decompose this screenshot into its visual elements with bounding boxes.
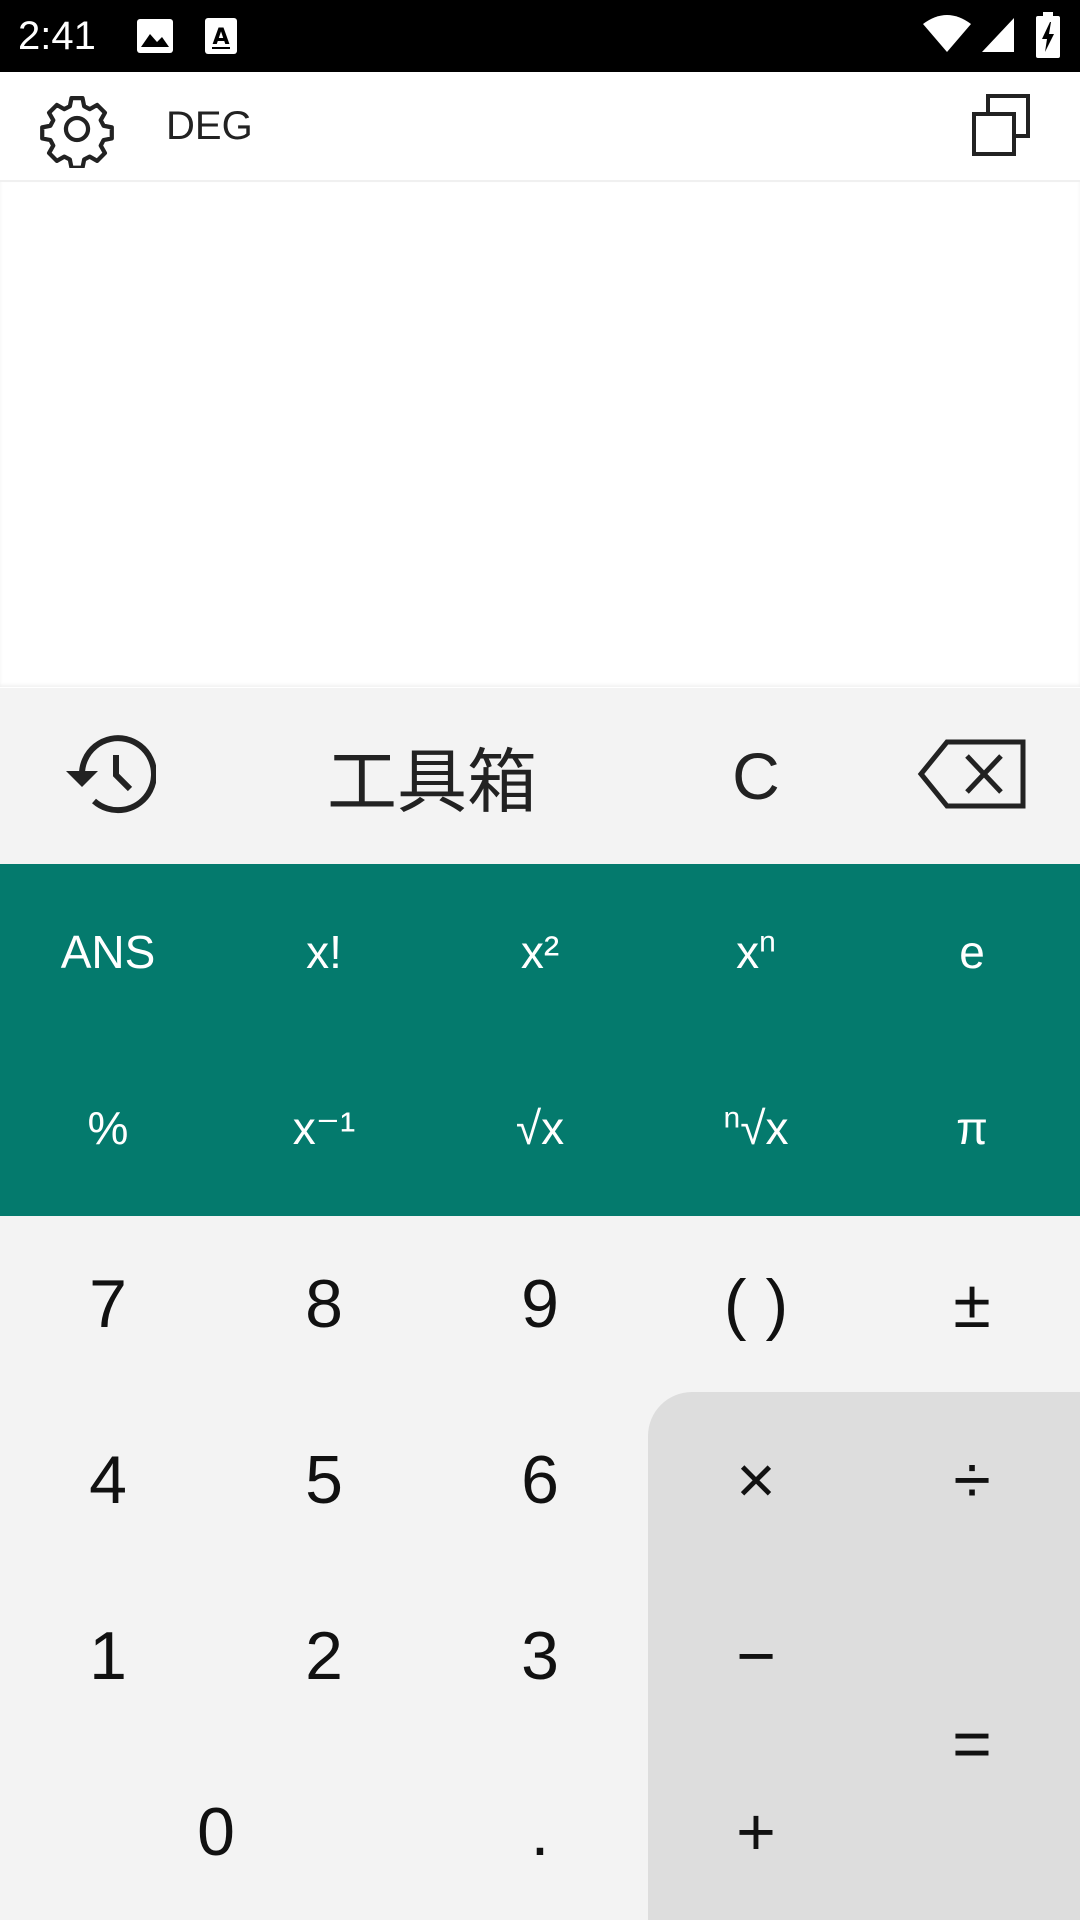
key-9[interactable]: 9 xyxy=(432,1216,648,1392)
key-8[interactable]: 8 xyxy=(216,1216,432,1392)
key-5[interactable]: 5 xyxy=(216,1392,432,1568)
multiply-button[interactable]: × xyxy=(648,1392,864,1568)
copy-icon xyxy=(966,94,1036,166)
sqrt-button[interactable]: √x xyxy=(432,1040,648,1216)
euler-label: e xyxy=(959,926,985,978)
toolbox-button[interactable]: 工具箱 xyxy=(216,688,648,864)
status-time: 2:41 xyxy=(18,14,96,58)
key-6[interactable]: 6 xyxy=(432,1392,648,1568)
nth-root-button[interactable]: n√x xyxy=(648,1040,864,1216)
app-bar: DEG xyxy=(0,72,1080,182)
nth-root-base: √x xyxy=(740,1102,789,1154)
parentheses-button[interactable]: ( ) xyxy=(648,1216,864,1392)
battery-charging-icon xyxy=(1036,12,1060,63)
percent-button[interactable]: % xyxy=(0,1040,216,1216)
wifi-icon xyxy=(922,14,972,59)
key-1[interactable]: 1 xyxy=(0,1568,216,1744)
history-icon xyxy=(60,729,157,824)
nth-root-exponent: n xyxy=(723,1101,741,1135)
scientific-panel: ANS x! x² xn e % x⁻¹ √x n√x π xyxy=(0,864,1080,1216)
calculation-display[interactable] xyxy=(0,182,1080,687)
inverse-button[interactable]: x⁻¹ xyxy=(216,1040,432,1216)
copy-button[interactable] xyxy=(966,92,1036,162)
factorial-button[interactable]: x! xyxy=(216,864,432,1040)
image-icon xyxy=(136,18,174,59)
svg-text:A: A xyxy=(212,25,229,50)
nth-root-label: n√x xyxy=(724,1101,789,1155)
square-button[interactable]: x² xyxy=(432,864,648,1040)
clear-label: C xyxy=(732,739,780,813)
inverse-label: x⁻¹ xyxy=(292,1102,356,1154)
angle-mode-toggle[interactable]: DEG xyxy=(166,102,253,150)
key-2[interactable]: 2 xyxy=(216,1568,432,1744)
power-button[interactable]: xn xyxy=(648,864,864,1040)
key-3[interactable]: 3 xyxy=(432,1568,648,1744)
text-a-icon: A xyxy=(204,17,238,60)
backspace-button[interactable] xyxy=(864,688,1080,864)
sqrt-label: √x xyxy=(515,1102,565,1154)
pi-button[interactable]: π xyxy=(864,1040,1080,1216)
status-bar: 2:41 A xyxy=(0,0,1080,72)
clear-button[interactable]: C xyxy=(648,688,864,864)
plus-minus-button[interactable]: ± xyxy=(864,1216,1080,1392)
power-base: x xyxy=(736,926,760,978)
history-button[interactable] xyxy=(0,688,216,864)
square-label: x² xyxy=(520,926,560,978)
cell-signal-icon xyxy=(980,16,1016,59)
key-4[interactable]: 4 xyxy=(0,1392,216,1568)
factorial-label: x! xyxy=(306,926,342,978)
settings-button[interactable] xyxy=(38,90,116,170)
ans-button[interactable]: ANS xyxy=(0,864,216,1040)
minus-button[interactable]: − xyxy=(648,1568,864,1744)
ans-label: ANS xyxy=(60,926,156,978)
power-label: xn xyxy=(736,925,776,979)
divide-button[interactable]: ÷ xyxy=(864,1392,1080,1568)
toolbox-label: 工具箱 xyxy=(327,740,537,823)
percent-label: % xyxy=(87,1102,129,1154)
number-pad: 7 8 9 ( ) ± 4 5 6 × ÷ 1 2 3 − = 0 . + xyxy=(0,1216,1080,1920)
euler-button[interactable]: e xyxy=(864,864,1080,1040)
equals-button[interactable]: = xyxy=(864,1568,1080,1920)
power-exponent: n xyxy=(759,925,776,959)
decimal-point-button[interactable]: . xyxy=(432,1744,648,1920)
plus-button[interactable]: + xyxy=(648,1744,864,1920)
pi-label: π xyxy=(956,1102,988,1154)
gear-icon xyxy=(38,96,116,172)
key-7[interactable]: 7 xyxy=(0,1216,216,1392)
backspace-icon xyxy=(917,738,1027,815)
key-0[interactable]: 0 xyxy=(0,1744,432,1920)
function-row: 工具箱 C xyxy=(0,688,1080,864)
